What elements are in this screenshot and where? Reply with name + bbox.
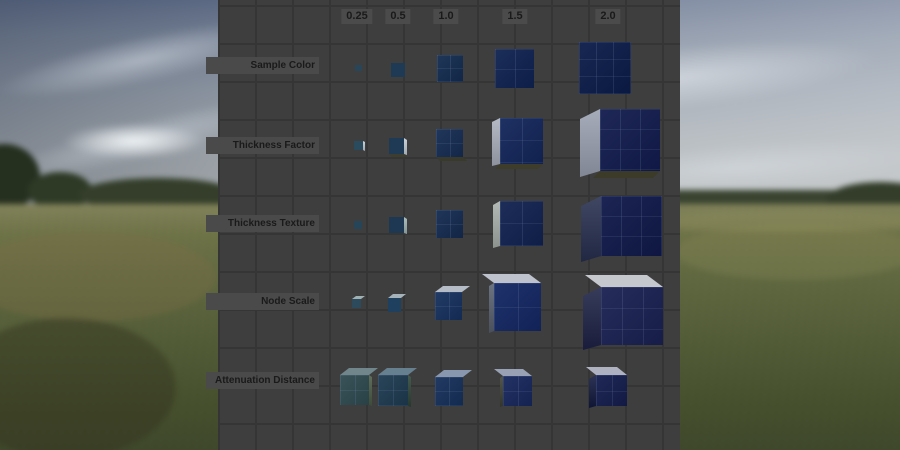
cube-front-face	[436, 210, 463, 238]
column-header-1-5: 1.5	[502, 9, 527, 24]
cube-front-face	[601, 287, 663, 345]
cube-top-face	[435, 370, 472, 377]
row-label-attenuation-distance: Attenuation Distance	[206, 372, 319, 389]
cube-front-face	[500, 118, 543, 164]
cube-front-face	[500, 201, 543, 246]
cube-bottom-face	[436, 157, 467, 161]
row-label-sample-color: Sample Color	[206, 57, 319, 74]
cube-bottom-face	[389, 154, 407, 157]
cube-front-face	[391, 63, 405, 77]
cube-front-face	[495, 49, 534, 88]
cube-front-face	[435, 377, 463, 406]
column-header-0-5: 0.5	[385, 9, 410, 24]
cube-side-face	[408, 375, 411, 408]
cube-side-face	[581, 196, 601, 266]
cube-front-face	[600, 109, 660, 171]
cube-front-face	[340, 375, 369, 405]
row-label-thickness-texture: Thickness Texture	[206, 215, 319, 232]
cube-front-face	[378, 375, 408, 406]
column-header-1-0: 1.0	[433, 9, 458, 24]
cube-front-face	[435, 292, 462, 320]
cube-top-face	[585, 275, 663, 287]
cube-front-face	[503, 376, 532, 406]
cube-layer	[0, 0, 900, 450]
cube-top-face	[494, 369, 532, 376]
cube-bottom-face	[593, 171, 660, 178]
cube-side-face	[589, 375, 596, 410]
cube-front-face	[388, 298, 401, 312]
cube-front-face	[389, 138, 404, 154]
cube-front-face	[437, 55, 463, 82]
cube-side-face	[493, 201, 500, 250]
cube-top-face	[340, 368, 378, 375]
cube-front-face	[579, 42, 631, 94]
cube-side-face	[363, 141, 365, 151]
cube-top-face	[586, 367, 627, 375]
cube-front-face	[354, 221, 362, 229]
cube-bottom-face	[495, 164, 543, 169]
cube-side-face	[369, 375, 372, 407]
cube-front-face	[436, 129, 463, 157]
cube-top-face	[378, 368, 417, 375]
cube-side-face	[492, 118, 500, 168]
cube-front-face	[601, 196, 662, 256]
column-header-2-0: 2.0	[595, 9, 620, 24]
cube-front-face	[494, 283, 541, 331]
cube-front-face	[355, 65, 362, 71]
row-label-thickness-factor: Thickness Factor	[206, 137, 319, 154]
cube-side-face	[580, 109, 600, 181]
row-label-node-scale: Node Scale	[206, 293, 319, 310]
column-header-0-25: 0.25	[341, 9, 372, 24]
cube-top-face	[482, 274, 541, 283]
cube-front-face	[354, 141, 363, 150]
cube-front-face	[352, 299, 361, 308]
cube-side-face	[404, 138, 407, 156]
render-viewport[interactable]: 0.25 0.5 1.0 1.5 2.0 Sample Color Thickness Fa…	[0, 0, 900, 450]
cube-side-face	[404, 217, 407, 235]
cube-front-face	[596, 375, 627, 406]
cube-side-face	[583, 287, 601, 354]
cube-front-face	[389, 217, 404, 233]
